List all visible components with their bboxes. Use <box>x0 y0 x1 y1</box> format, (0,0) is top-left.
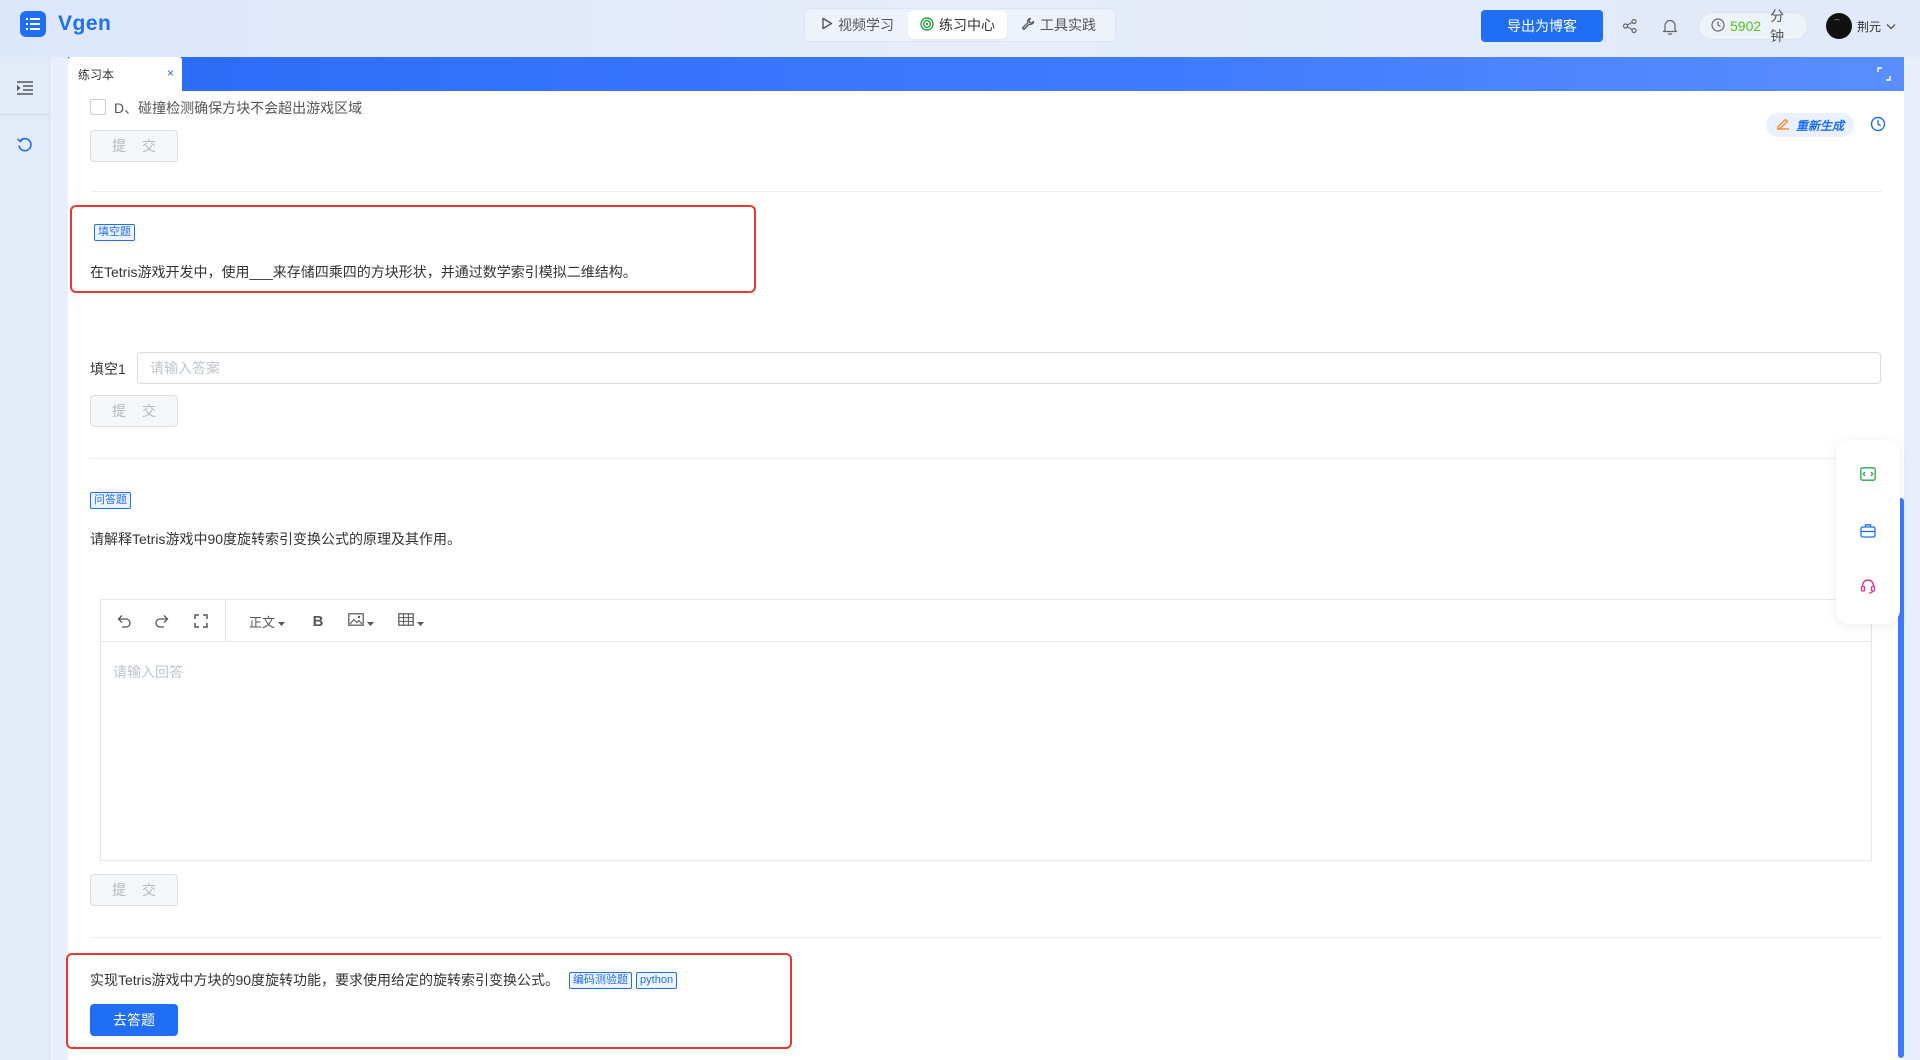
chevron-down-icon <box>1886 19 1896 33</box>
bold-button[interactable]: B <box>309 611 327 631</box>
insert-table-dropdown[interactable] <box>397 611 425 631</box>
outline-indent-icon[interactable] <box>14 77 36 99</box>
code-console-icon[interactable] <box>1858 464 1878 484</box>
caret-down-icon <box>417 614 424 629</box>
python-tag: python <box>636 971 678 989</box>
tab-workbook[interactable]: 练习本 × <box>68 57 182 91</box>
left-rail <box>0 57 50 1060</box>
tab-label: 练习中心 <box>939 17 995 33</box>
study-minutes-badge: 5902 分钟 <box>1698 8 1808 44</box>
paragraph-format-dropdown[interactable]: 正文 <box>245 611 289 631</box>
play-icon <box>821 17 833 33</box>
caret-down-icon <box>367 614 374 629</box>
tab-video-learning[interactable]: 视频学习 <box>809 11 906 39</box>
qa-submit-button[interactable]: 提 交 <box>90 874 178 906</box>
target-icon <box>920 16 934 34</box>
rail-divider <box>0 114 50 115</box>
divider <box>90 191 1882 192</box>
tab-practice-center[interactable]: 练习中心 <box>908 11 1007 39</box>
go-answer-button[interactable]: 去答题 <box>90 1004 178 1036</box>
insert-image-dropdown[interactable] <box>347 611 375 631</box>
option-d-checkbox[interactable] <box>90 99 106 115</box>
share-icon[interactable] <box>1620 16 1640 36</box>
qa-question-text: 请解释Tetris游戏中90度旋转索引变换公式的原理及其作用。 <box>90 531 462 547</box>
app-title: Vgen <box>58 12 112 35</box>
fill-submit-button[interactable]: 提 交 <box>90 395 178 427</box>
tab-tool-practice[interactable]: 工具实践 <box>1009 11 1108 39</box>
answer-editor: 正文 B 请输入回答 <box>100 599 1872 861</box>
export-blog-button[interactable]: 导出为博客 <box>1481 10 1603 42</box>
tab-label: 视频学习 <box>838 17 894 33</box>
top-bar: Vgen 视频学习 练习中心 工具实践 导出为博客 5902 分钟 荆元 <box>0 0 1920 57</box>
menu-list-icon <box>20 11 46 37</box>
close-icon[interactable]: × <box>167 66 174 80</box>
redo-icon[interactable] <box>153 611 171 631</box>
caret-down-icon <box>278 614 285 629</box>
undo-icon[interactable] <box>115 611 133 631</box>
fullscreen-icon[interactable] <box>1876 66 1892 82</box>
floating-tool-dock <box>1836 440 1900 624</box>
panel-tab-strip: 练习本 × <box>68 57 1904 91</box>
pen-chart-icon <box>1776 118 1790 133</box>
mc-submit-button[interactable]: 提 交 <box>90 130 178 162</box>
regenerate-label: 重新生成 <box>1796 118 1845 133</box>
headset-support-icon[interactable] <box>1858 576 1878 596</box>
editor-content-area[interactable]: 请输入回答 <box>113 662 183 682</box>
format-label: 正文 <box>248 614 275 630</box>
qa-question-tag: 问答题 <box>90 492 131 509</box>
minutes-unit: 分钟 <box>1770 8 1785 44</box>
bell-icon[interactable] <box>1660 16 1680 36</box>
table-icon <box>398 613 414 629</box>
fill-question-text: 在Tetris游戏开发中，使用___来存储四乘四的方块形状，并通过数学索引模拟二… <box>90 264 637 280</box>
main-nav-tabs: 视频学习 练习中心 工具实践 <box>804 8 1116 42</box>
workbook-panel: 练习本 × 重新生成 D、碰撞检测确保方块不会超出游戏区域 提 交 填空题 在T… <box>66 57 1904 1060</box>
history-clock-icon[interactable] <box>1870 116 1888 134</box>
tab-label: 工具实践 <box>1040 17 1096 33</box>
history-undo-icon[interactable] <box>14 134 36 156</box>
app-logo[interactable]: Vgen <box>20 11 111 37</box>
wrench-icon <box>1021 17 1035 34</box>
fill-question-tag: 填空题 <box>94 224 135 241</box>
blank-1-label: 填空1 <box>90 361 126 377</box>
fullscreen-icon[interactable] <box>192 611 210 631</box>
divider <box>90 458 1882 459</box>
tab-label: 练习本 <box>78 67 115 82</box>
image-icon <box>348 613 364 629</box>
regenerate-button[interactable]: 重新生成 <box>1766 113 1855 137</box>
coding-quiz-tag: 编码测验题 <box>569 971 633 989</box>
user-name: 荆元 <box>1857 19 1882 34</box>
clock-icon <box>1711 17 1725 35</box>
toolbox-icon[interactable] <box>1858 520 1878 540</box>
option-d-label: D、碰撞检测确保方块不会超出游戏区域 <box>114 100 363 116</box>
avatar <box>1826 13 1852 39</box>
coding-question-text: 实现Tetris游戏中方块的90度旋转功能，要求使用给定的旋转索引变换公式。 <box>90 972 560 988</box>
toolbar-separator <box>225 600 226 642</box>
user-menu[interactable]: 荆元 <box>1826 13 1896 39</box>
blank-1-input[interactable] <box>137 352 1881 384</box>
divider <box>90 937 1882 938</box>
coding-question-row: 实现Tetris游戏中方块的90度旋转功能，要求使用给定的旋转索引变换公式。 编… <box>90 970 678 990</box>
minutes-value: 5902 <box>1730 18 1762 34</box>
editor-toolbar: 正文 B <box>101 600 1871 642</box>
